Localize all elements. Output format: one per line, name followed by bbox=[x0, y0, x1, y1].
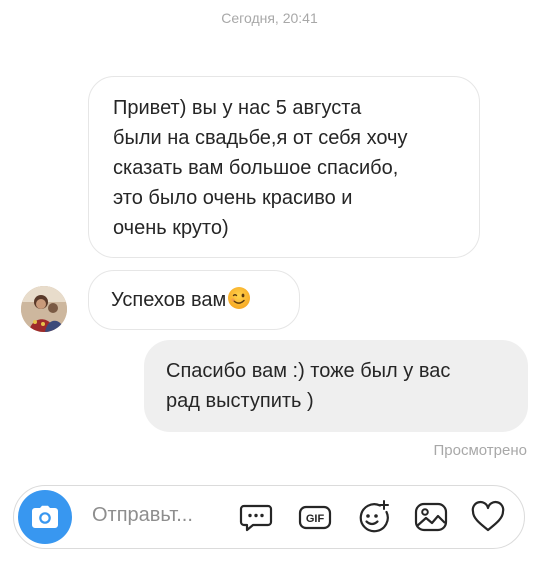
svg-text:GIF: GIF bbox=[306, 513, 325, 525]
message-line: Привет) вы у нас 5 августа bbox=[113, 97, 362, 119]
incoming-message-bubble[interactable]: Успехов вам bbox=[88, 270, 300, 330]
message-line: сказать вам большое спасибо, bbox=[113, 157, 399, 179]
gallery-icon[interactable] bbox=[413, 499, 449, 535]
heart-icon[interactable] bbox=[470, 499, 506, 535]
gif-icon[interactable]: GIF bbox=[297, 499, 333, 535]
message-line: очень круто) bbox=[113, 217, 229, 239]
incoming-message-bubble[interactable]: Привет) вы у нас 5 августа были на свадь… bbox=[88, 76, 480, 258]
avatar[interactable] bbox=[21, 286, 67, 332]
message-timestamp: Сегодня, 20:41 bbox=[221, 10, 318, 26]
outgoing-message-bubble[interactable]: Спасибо вам :) тоже был у вас рад выступ… bbox=[144, 340, 528, 432]
message-line: Спасибо вам :) тоже был у вас bbox=[166, 360, 451, 382]
avatar-photo bbox=[21, 286, 67, 332]
camera-button[interactable] bbox=[18, 490, 72, 544]
message-input[interactable] bbox=[92, 504, 232, 527]
message-line: это было очень красиво и bbox=[113, 187, 353, 209]
message-line: были на свадьбе,я от себя хочу bbox=[113, 127, 408, 149]
chat-bubble-icon[interactable] bbox=[238, 499, 274, 535]
camera-icon bbox=[32, 505, 58, 528]
winking-face-emoji-icon bbox=[227, 286, 251, 310]
message-text: Успехов вам bbox=[111, 289, 227, 311]
seen-status: Просмотрено bbox=[433, 442, 527, 459]
message-composer: GIF bbox=[13, 485, 525, 549]
sticker-icon[interactable] bbox=[355, 499, 391, 535]
message-line: рад выступить ) bbox=[166, 390, 314, 412]
